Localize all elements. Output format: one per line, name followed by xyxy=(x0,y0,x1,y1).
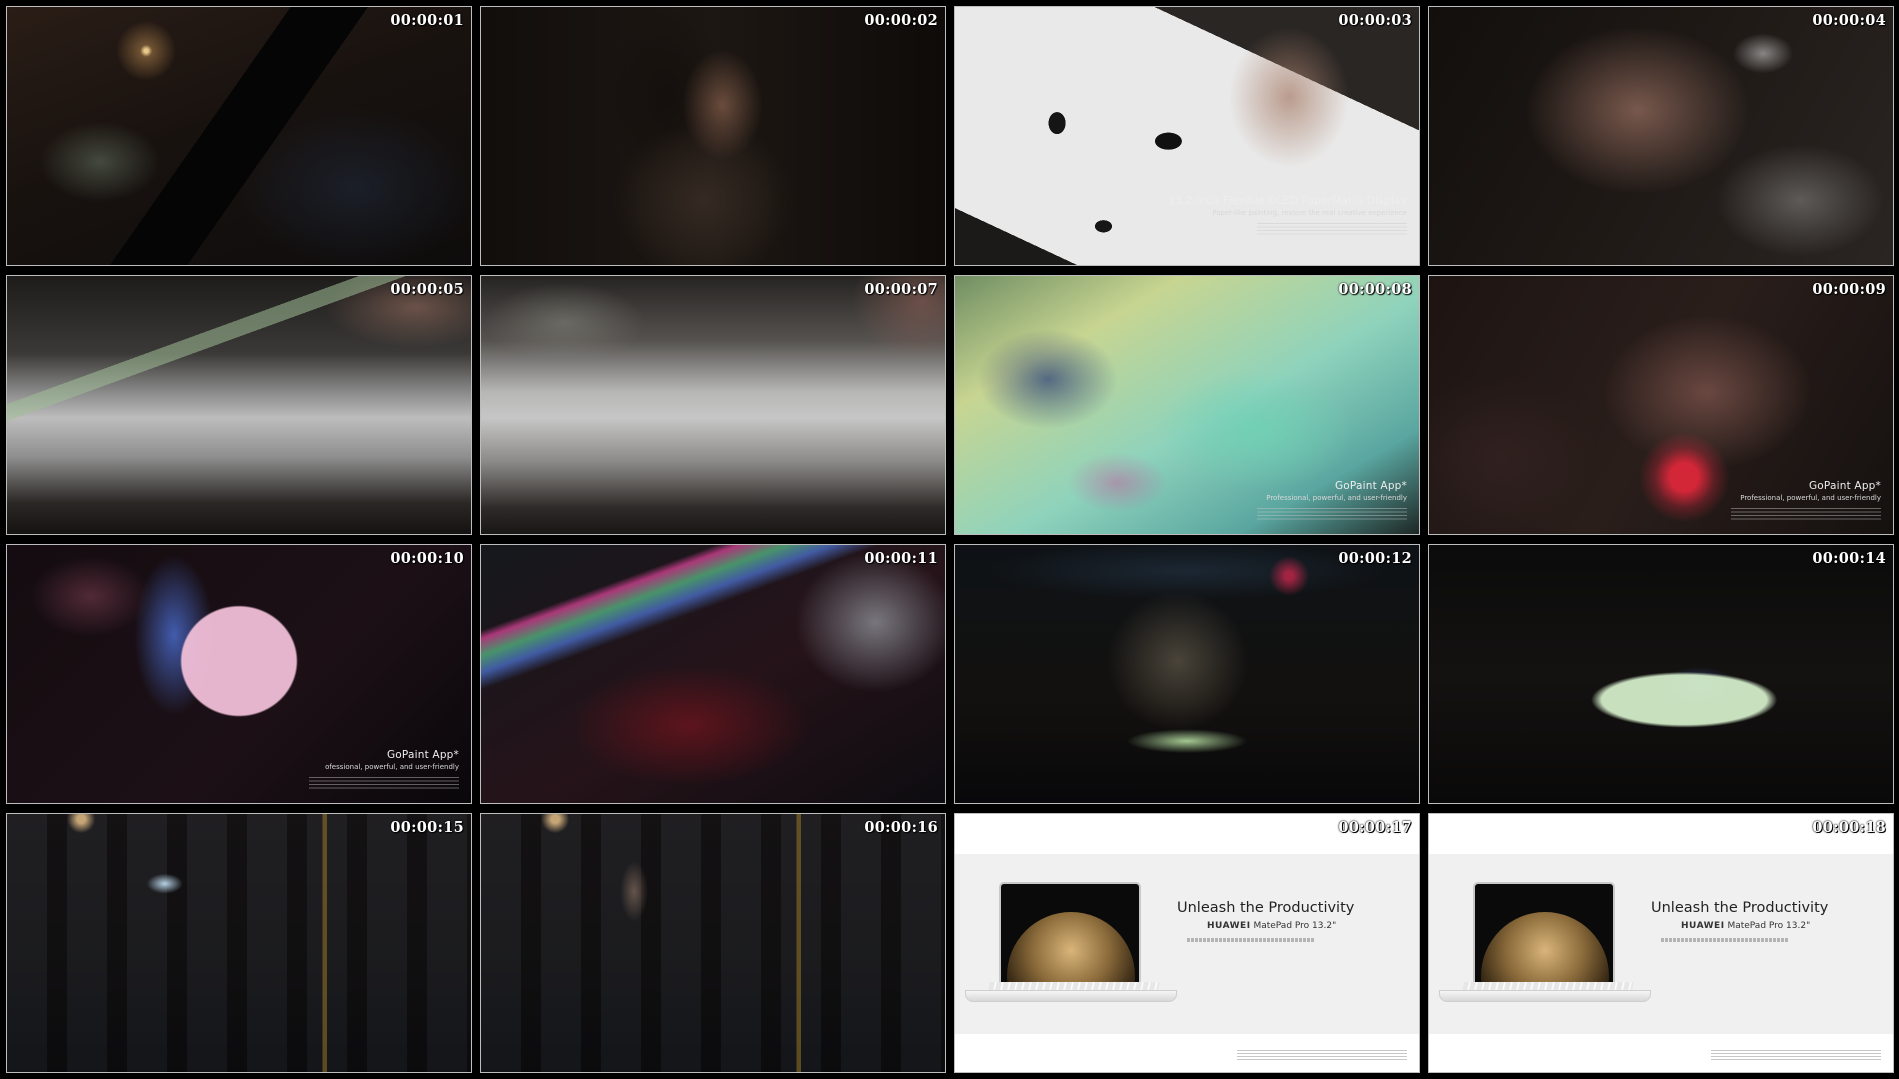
timestamp-label: 00:00:09 xyxy=(1812,281,1886,298)
brand-name: HUAWEI xyxy=(1207,921,1251,931)
product-headline: Unleash the Productivity xyxy=(1177,900,1355,916)
keyboard-keys xyxy=(1462,982,1634,990)
video-frame: 00:00:15 xyxy=(6,813,472,1073)
product-model: HUAWEI MatePad Pro 13.2" xyxy=(1207,921,1336,931)
caption-subtitle: Professional, powerful, and user-friendl… xyxy=(1266,494,1407,502)
frame-image xyxy=(7,814,471,1072)
keyboard-keys xyxy=(988,982,1160,990)
feature-caption: GoPaint App* ofessional, powerful, and u… xyxy=(309,749,459,791)
caption-heading: GoPaint App* xyxy=(1808,480,1881,492)
video-frame: GoPaint App* ofessional, powerful, and u… xyxy=(6,544,472,804)
tablet-image xyxy=(999,882,1141,992)
frame-image xyxy=(955,545,1419,803)
caption-subtitle: Paper-like painting, restore the real cr… xyxy=(1212,209,1407,217)
video-frame: 00:00:11 xyxy=(480,544,946,804)
timestamp-label: 00:00:12 xyxy=(1338,550,1412,567)
legal-fine-print xyxy=(1237,1050,1407,1062)
video-frame: 00:00:16 xyxy=(480,813,946,1073)
frame-image xyxy=(1429,7,1893,265)
frame-image xyxy=(481,7,945,265)
product-model: HUAWEI MatePad Pro 13.2" xyxy=(1681,921,1810,931)
timestamp-label: 00:00:04 xyxy=(1812,12,1886,29)
video-frame: GoPaint App* Professional, powerful, and… xyxy=(1428,275,1894,535)
caption-heading: GoPaint App* xyxy=(386,749,459,761)
caption-subtitle: ofessional, powerful, and user-friendly xyxy=(325,763,459,771)
video-frame: 13.2-inch Flexible OLED PaperMatte Displ… xyxy=(954,6,1420,266)
timestamp-label: 00:00:07 xyxy=(864,281,938,298)
product-headline: Unleash the Productivity xyxy=(1651,900,1829,916)
tablet-image xyxy=(1473,882,1615,992)
feature-line xyxy=(1187,938,1315,942)
caption-fine-print xyxy=(1731,508,1881,522)
caption-fine-print xyxy=(1257,508,1407,522)
video-frame: 00:00:12 xyxy=(954,544,1420,804)
video-frame: 00:00:04 xyxy=(1428,6,1894,266)
video-frame: 00:00:01 xyxy=(6,6,472,266)
keyboard-image xyxy=(1439,990,1651,1002)
brand-name: HUAWEI xyxy=(1681,921,1725,931)
model-name: MatePad Pro 13.2" xyxy=(1727,921,1811,931)
video-frame: 00:00:14 xyxy=(1428,544,1894,804)
keyboard-image xyxy=(965,990,1177,1002)
caption-fine-print xyxy=(1257,223,1407,237)
video-frame: 00:00:02 xyxy=(480,6,946,266)
wallpaper-planet xyxy=(1481,912,1609,990)
frame-image xyxy=(481,545,945,803)
legal-fine-print xyxy=(1711,1050,1881,1062)
timestamp-label: 00:00:16 xyxy=(864,819,938,836)
feature-caption: GoPaint App* Professional, powerful, and… xyxy=(1257,480,1407,522)
timestamp-label: 00:00:03 xyxy=(1338,12,1412,29)
caption-subtitle: Professional, powerful, and user-friendl… xyxy=(1740,494,1881,502)
video-frame: 00:00:05 xyxy=(6,275,472,535)
video-frame: GoPaint App* Professional, powerful, and… xyxy=(954,275,1420,535)
timestamp-label: 00:00:08 xyxy=(1338,281,1412,298)
model-name: MatePad Pro 13.2" xyxy=(1253,921,1337,931)
video-frame: Unleash the Productivity HUAWEI MatePad … xyxy=(1428,813,1894,1073)
timestamp-label: 00:00:10 xyxy=(390,550,464,567)
video-frame: Unleash the Productivity HUAWEI MatePad … xyxy=(954,813,1420,1073)
frame-image xyxy=(481,814,945,1072)
timestamp-label: 00:00:14 xyxy=(1812,550,1886,567)
timestamp-label: 00:00:11 xyxy=(864,550,938,567)
product-card: Unleash the Productivity HUAWEI MatePad … xyxy=(955,814,1419,1072)
timestamp-label: 00:00:02 xyxy=(864,12,938,29)
timestamp-label: 00:00:01 xyxy=(390,12,464,29)
timestamp-label: 00:00:18 xyxy=(1812,819,1886,836)
frame-image xyxy=(7,7,471,265)
product-card: Unleash the Productivity HUAWEI MatePad … xyxy=(1429,814,1893,1072)
timestamp-label: 00:00:17 xyxy=(1338,819,1412,836)
frame-image xyxy=(1429,545,1893,803)
caption-fine-print xyxy=(309,777,459,791)
video-frame: 00:00:07 xyxy=(480,275,946,535)
frame-grid: 00:00:01 00:00:02 13.2-inch Flexible OLE… xyxy=(6,6,1894,1074)
timestamp-label: 00:00:05 xyxy=(390,281,464,298)
feature-caption: GoPaint App* Professional, powerful, and… xyxy=(1731,480,1881,522)
frame-image xyxy=(481,276,945,534)
caption-heading: GoPaint App* xyxy=(1334,480,1407,492)
feature-caption: 13.2-inch Flexible OLED PaperMatte Displ… xyxy=(1168,195,1407,237)
wallpaper-planet xyxy=(1007,912,1135,990)
frame-image xyxy=(7,276,471,534)
caption-heading: 13.2-inch Flexible OLED PaperMatte Displ… xyxy=(1168,195,1407,207)
timestamp-label: 00:00:15 xyxy=(390,819,464,836)
feature-line xyxy=(1661,938,1789,942)
